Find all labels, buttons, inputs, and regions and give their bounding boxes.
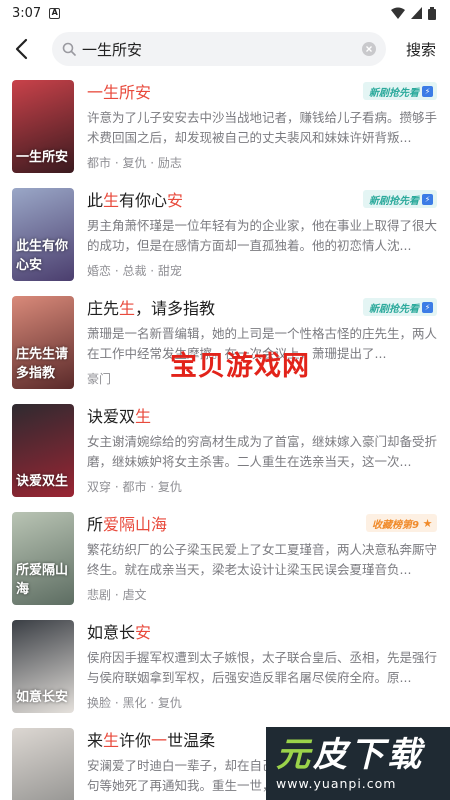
battery-icon [428, 6, 436, 20]
clear-button[interactable] [361, 42, 376, 56]
cover-title-art: 此生有你心安 [16, 239, 69, 273]
drama-title[interactable]: 来生许你一世温柔 [87, 728, 215, 751]
drama-tags: 豪门 [87, 372, 112, 386]
cover-title-art: 一生所安 [16, 150, 69, 165]
drama-tags: 悲剧 · 虐文 [87, 588, 147, 602]
drama-tags: 双穿 · 都市 · 复仇 [87, 480, 182, 494]
logo-url: www.yuanpi.com [276, 776, 397, 791]
drama-list-item[interactable]: 诀爱双生 诀爱双生 女主谢清婉综给的穷高材生成为了首富，继妹嫁入豪门却备受折磨，继妹… [0, 404, 450, 512]
new-release-badge: 新剧抢先看 ⚡ [363, 298, 437, 316]
drama-description: 许意为了儿子安安去中沙当战地记者，赚钱给儿子看病。攒够手术费回国之后，却发现被自… [87, 110, 437, 145]
search-icon [62, 42, 76, 56]
drama-title[interactable]: 所爱隔山海 [87, 512, 167, 535]
drama-description: 侯府因手握军权遭到太子嫉恨，太子联合皇后、丞相，先是强行与侯府联姻拿到军权，后强… [87, 650, 437, 685]
new-release-badge: 新剧抢先看 ⚡ [363, 82, 437, 100]
status-time: 3:07 [12, 5, 42, 21]
drama-list-item[interactable]: 所爱隔山海 所爱隔山海 收藏榜第9 ★ 繁花纺织厂的公子梁玉民爱上了女工夏瑾音，两人决意… [0, 512, 450, 620]
star-icon: ★ [422, 516, 433, 530]
signal-icon [411, 7, 422, 19]
drama-cover-image[interactable]: 此生有你心安 [12, 188, 74, 281]
new-release-badge: 新剧抢先看 ⚡ [363, 190, 437, 208]
drama-cover-image[interactable]: 如意长安 [12, 620, 74, 713]
drama-tags: 换脸 · 黑化 · 复仇 [87, 696, 182, 710]
result-list: 一生所安 一生所安 新剧抢先看 ⚡ 许意为了儿子安安去中沙当战地记者，赚钱给儿子看病。攒… [0, 72, 450, 800]
lightning-icon: ⚡ [422, 193, 433, 205]
drama-list-item[interactable]: 一生所安 一生所安 新剧抢先看 ⚡ 许意为了儿子安安去中沙当战地记者，赚钱给儿子看病。攒… [0, 80, 450, 188]
ranking-badge: 收藏榜第9 ★ [366, 514, 437, 532]
wifi-icon [391, 7, 405, 19]
search-bar: 搜索 [0, 26, 450, 72]
drama-title[interactable]: 如意长安 [87, 620, 151, 643]
lightning-icon: ⚡ [422, 85, 433, 97]
lightning-icon: ⚡ [422, 301, 433, 313]
cover-title-art: 诀爱双生 [16, 474, 69, 489]
drama-title[interactable]: 诀爱双生 [87, 404, 151, 427]
drama-title[interactable]: 此生有你心安 [87, 188, 183, 211]
drama-cover-image[interactable]: 一生所安 [12, 80, 74, 173]
notification-icon: A [49, 7, 61, 19]
search-input[interactable] [82, 40, 362, 58]
drama-description: 女主谢清婉综给的穷高材生成为了首富，继妹嫁入豪门却备受折磨，继妹嫉妒将女主杀害。… [87, 434, 437, 469]
cover-title-art: 如意长安 [16, 690, 69, 705]
drama-cover-image[interactable]: 所爱隔山海 [12, 512, 74, 605]
back-button[interactable] [14, 33, 46, 65]
close-icon [366, 46, 372, 52]
drama-description: 繁花纺织厂的公子梁玉民爱上了女工夏瑾音，两人决意私奔厮守终生。就在成亲当天，梁老… [87, 542, 437, 577]
drama-title[interactable]: 庄先生，请多指教 [87, 296, 215, 319]
search-button[interactable]: 搜索 [406, 39, 436, 60]
drama-cover-image[interactable]: 庄先生请多指教 [12, 296, 74, 389]
drama-cover-image[interactable]: 诀爱双生 [12, 404, 74, 497]
drama-description: 男主角萧怀瑾是一位年轻有为的企业家，他在事业上取得了很大的成功，但是在感情方面却… [87, 218, 437, 253]
cover-title-art: 庄先生请多指教 [16, 347, 69, 381]
back-arrow-icon [15, 38, 28, 60]
cover-title-art: 所爱隔山海 [16, 563, 69, 597]
drama-list-item[interactable]: 庄先生请多指教 庄先生，请多指教 新剧抢先看 ⚡ 萧珊是一名新晋编辑，她的上司是一个性格… [0, 296, 450, 404]
drama-cover-image[interactable] [12, 728, 74, 800]
search-field[interactable] [52, 32, 386, 66]
site-logo: 元皮下载 www.yuanpi.com [266, 727, 450, 800]
drama-tags: 都市 · 复仇 · 励志 [87, 156, 182, 170]
drama-list-item[interactable]: 如意长安 如意长安 侯府因手握军权遭到太子嫉恨，太子联合皇后、丞相，先是强行与侯府联… [0, 620, 450, 728]
drama-title[interactable]: 一生所安 [87, 80, 151, 103]
drama-tags: 婚恋 · 总裁 · 甜宠 [87, 264, 182, 278]
status-bar: 3:07 A [0, 0, 450, 26]
drama-description: 萧珊是一名新晋编辑，她的上司是一个性格古怪的庄先生，两人在工作中经常发生摩擦。在… [87, 326, 437, 361]
drama-list-item[interactable]: 此生有你心安 此生有你心安 新剧抢先看 ⚡ 男主角萧怀瑾是一位年轻有为的企业家，他在事业… [0, 188, 450, 296]
